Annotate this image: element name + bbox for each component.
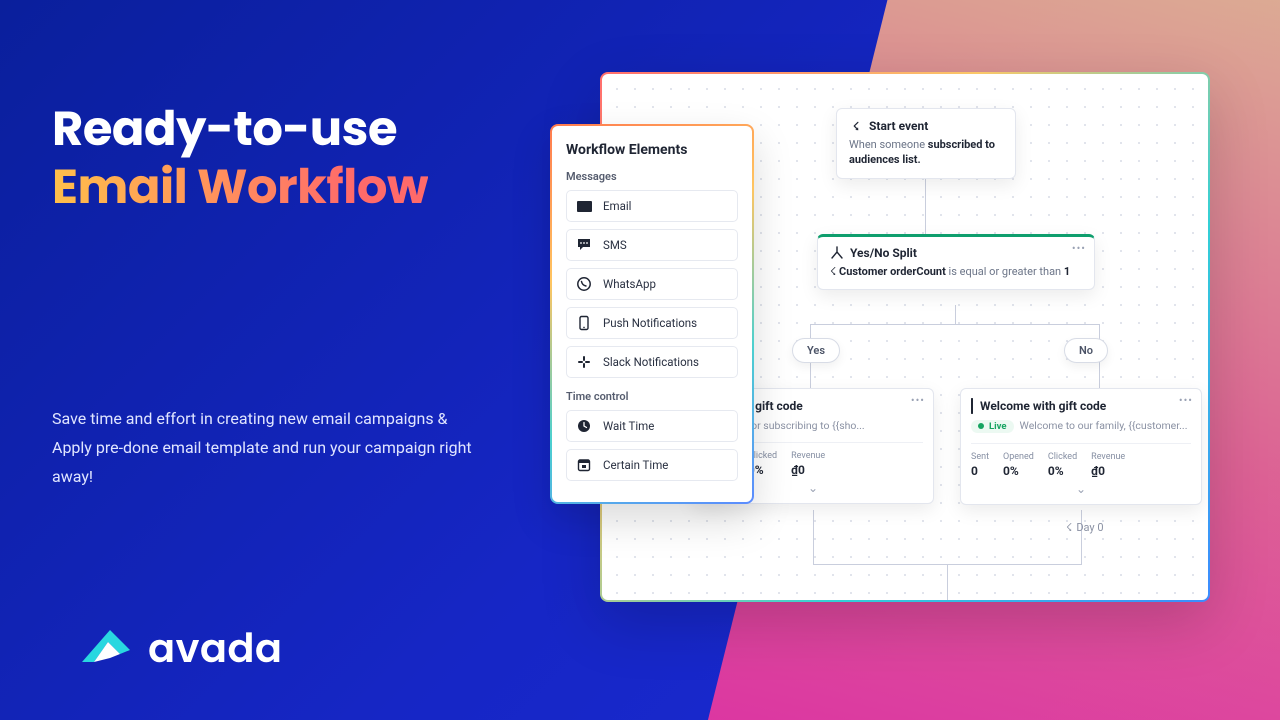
hero-title-line2: Email Workflow [52,153,428,220]
leaf-right-title: Welcome with gift code [980,399,1106,413]
connector [1081,510,1082,565]
day-badge: Day 0 [1066,521,1104,534]
node-email-right[interactable]: ••• Welcome with gift code LiveWelcome t… [960,388,1202,505]
node-start-desc: When someone subscribed to audiences lis… [849,137,1003,168]
element-label: Wait Time [603,419,654,433]
node-menu-icon[interactable]: ••• [1179,395,1193,406]
whatsapp-icon [576,276,592,292]
email-icon [576,198,592,214]
brand-logo: avada [80,618,282,678]
node-menu-icon[interactable]: ••• [911,395,925,406]
calendar-icon [576,457,592,473]
panel-section-messages: Messages [566,170,738,183]
chevron-down-icon[interactable]: ⌄ [971,482,1191,496]
node-start-event[interactable]: ☇ Start event When someone subscribed to… [836,108,1016,179]
split-icon [830,246,844,260]
workflow-elements-panel: Workflow Elements Messages Email SMS Wha… [550,124,754,504]
element-email[interactable]: Email [566,190,738,222]
element-sms[interactable]: SMS [566,229,738,261]
element-slack[interactable]: Slack Notifications [566,346,738,378]
brand-logo-mark [80,626,136,670]
connector [813,510,814,565]
hero-copy: Save time and effort in creating new ema… [52,405,472,491]
hero-title: Ready-to-use Email Workflow [52,100,512,215]
status-badge-live: Live [971,420,1014,433]
leaf-right-stats: Sent0 Opened0% Clicked0% Revenue₫0 [971,443,1191,478]
element-wait-time[interactable]: Wait Time [566,410,738,442]
push-icon [576,315,592,331]
node-menu-icon[interactable]: ••• [1072,243,1086,254]
node-start-title: Start event [869,119,928,133]
brand-logo-text: avada [148,618,282,678]
element-label: WhatsApp [603,277,656,291]
clock-icon [576,418,592,434]
connector [925,174,926,234]
connector [810,324,1100,325]
leaf-right-preview: LiveWelcome to our family, {{customer... [971,419,1191,433]
connector [955,305,956,325]
element-label: Email [603,199,631,213]
slack-icon [576,354,592,370]
panel-title: Workflow Elements [566,142,738,158]
branch-yes-pill: Yes [792,338,840,363]
hero-title-line1: Ready-to-use [52,95,397,162]
email-icon [971,399,973,413]
element-push[interactable]: Push Notifications [566,307,738,339]
element-label: Certain Time [603,458,668,472]
element-whatsapp[interactable]: WhatsApp [566,268,738,300]
panel-section-time: Time control [566,390,738,403]
connector [947,564,948,600]
element-label: Slack Notifications [603,355,699,369]
bolt-icon: ☇ [849,119,863,133]
node-split-title: Yes/No Split [850,246,917,260]
element-label: SMS [603,238,627,252]
element-label: Push Notifications [603,316,697,330]
node-split-condition: ☇ Customer orderCount is equal or greate… [830,264,1082,279]
element-certain-time[interactable]: Certain Time [566,449,738,481]
sms-icon [576,237,592,253]
hero: Ready-to-use Email Workflow Save time an… [52,100,512,492]
branch-no-pill: No [1064,338,1108,363]
node-split[interactable]: ••• Yes/No Split ☇ Customer orderCount i… [817,234,1095,290]
